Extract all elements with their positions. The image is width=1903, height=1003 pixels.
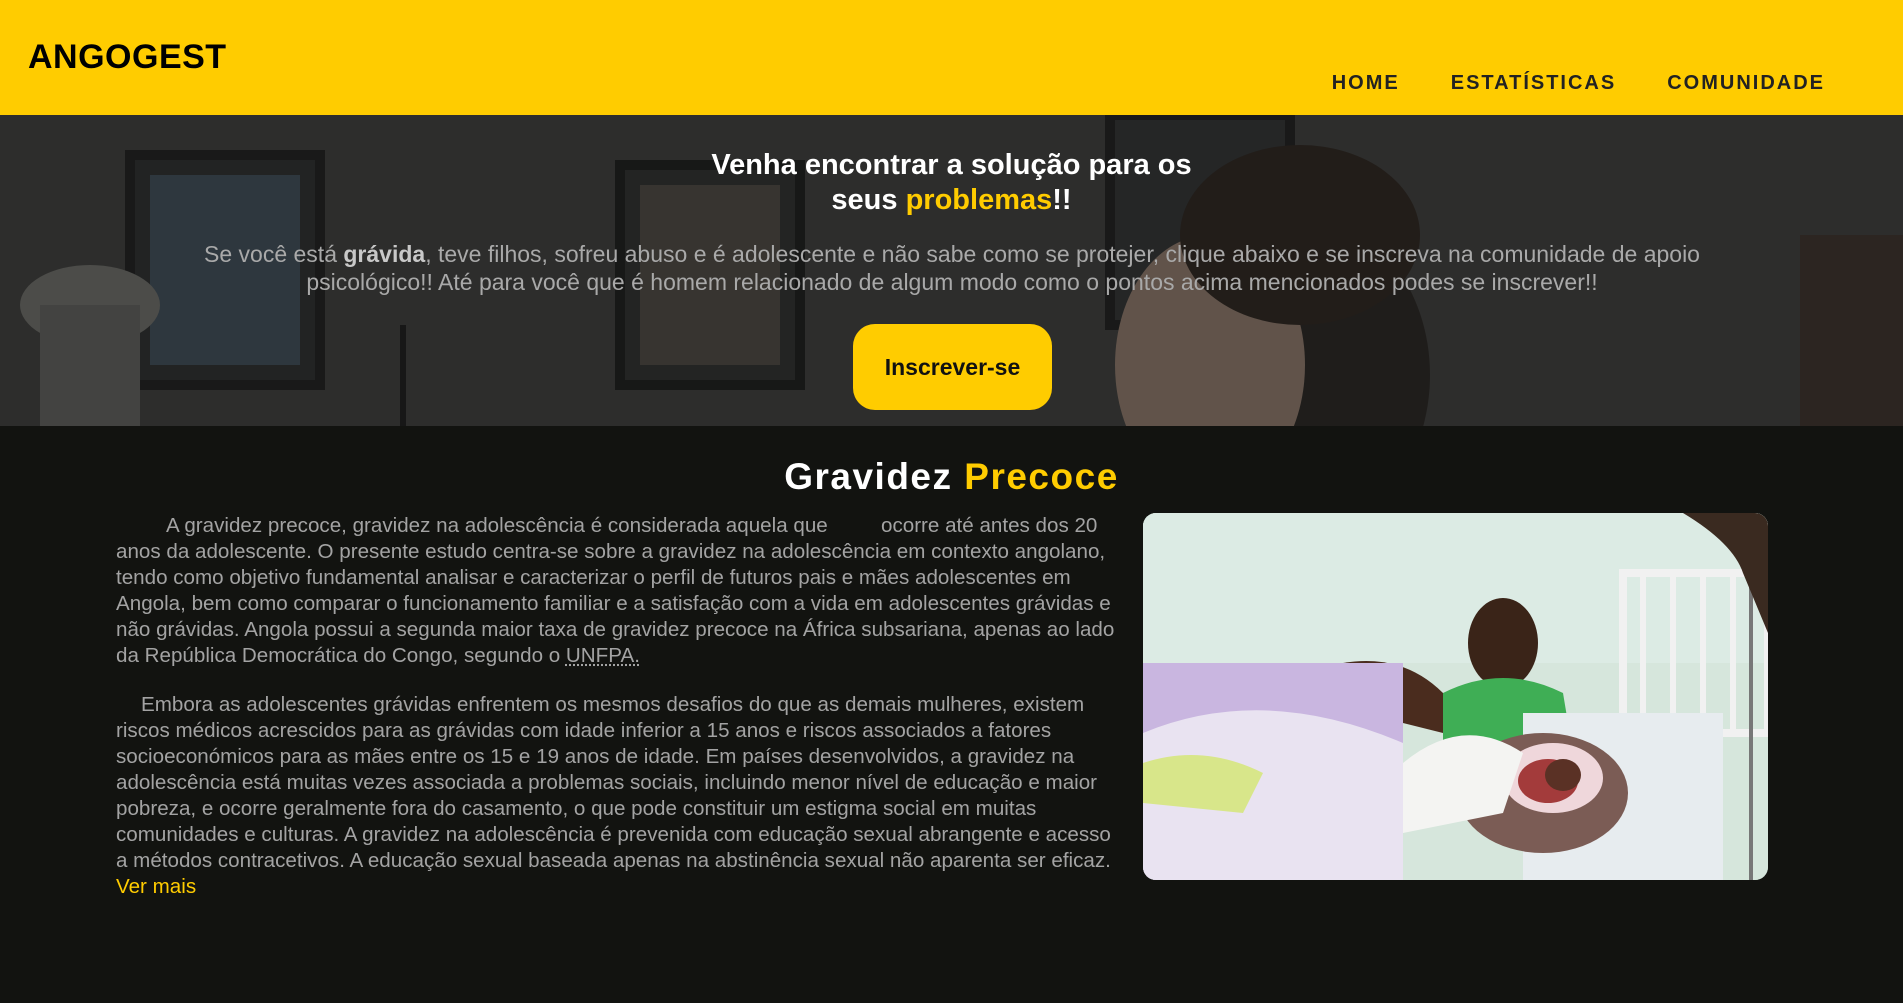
mother-baby-photo	[1143, 513, 1768, 880]
hero-title-highlight: problemas	[905, 184, 1053, 216]
unfpa-link[interactable]: UNFPA.	[566, 644, 640, 667]
photo-illustration	[1143, 513, 1768, 880]
article-paragraph-2: Embora as adolescentes grávidas enfrente…	[116, 692, 1116, 900]
nav-estatisticas-link[interactable]: ESTATÍSTICAS	[1451, 72, 1616, 95]
subscribe-button[interactable]: Inscrever-se	[853, 324, 1052, 410]
hero-text-post: , teve filhos, sofreu abuso e é adolesce…	[306, 241, 1700, 295]
nav-comunidade-link[interactable]: COMUNIDADE	[1667, 72, 1825, 95]
brand-logo[interactable]: ANGOGEST	[28, 38, 227, 77]
nav-home-link[interactable]: HOME	[1332, 72, 1400, 95]
hero-title-post: !!	[1052, 184, 1072, 216]
nav-links: HOME ESTATÍSTICAS COMUNIDADE	[1281, 72, 1825, 95]
section-title-pre: Gravidez	[784, 456, 965, 497]
hero-text-pre: Se você está	[204, 241, 344, 267]
section-title-highlight: Precoce	[964, 456, 1119, 497]
hero-title-line1: Venha encontrar a solução para os	[711, 149, 1192, 181]
article-text: A gravidez precoce, gravidez na adolescê…	[116, 513, 1116, 923]
hero-description: Se você está grávida, teve filhos, sofre…	[150, 240, 1754, 296]
hero-title-pre: seus	[831, 184, 906, 216]
hero-text-bold: grávida	[343, 241, 426, 267]
paragraph-2-text: Embora as adolescentes grávidas enfrente…	[116, 693, 1111, 872]
navbar: ANGOGEST HOME ESTATÍSTICAS COMUNIDADE	[0, 0, 1903, 115]
hero-title-line2: seus problemas!!	[0, 183, 1903, 218]
hero-banner: Venha encontrar a solução para os seus p…	[0, 115, 1903, 426]
paragraph-1-first-line: A gravidez precoce, gravidez na adolescê…	[166, 514, 828, 537]
article-paragraph-1: A gravidez precoce, gravidez na adolescê…	[116, 513, 1116, 669]
section-title: Gravidez Precoce	[0, 456, 1903, 498]
hero-title: Venha encontrar a solução para os seus p…	[0, 148, 1903, 218]
gravidez-precoce-section: Gravidez Precoce A gravidez precoce, gra…	[0, 426, 1903, 1003]
ver-mais-link[interactable]: Ver mais	[116, 875, 196, 898]
